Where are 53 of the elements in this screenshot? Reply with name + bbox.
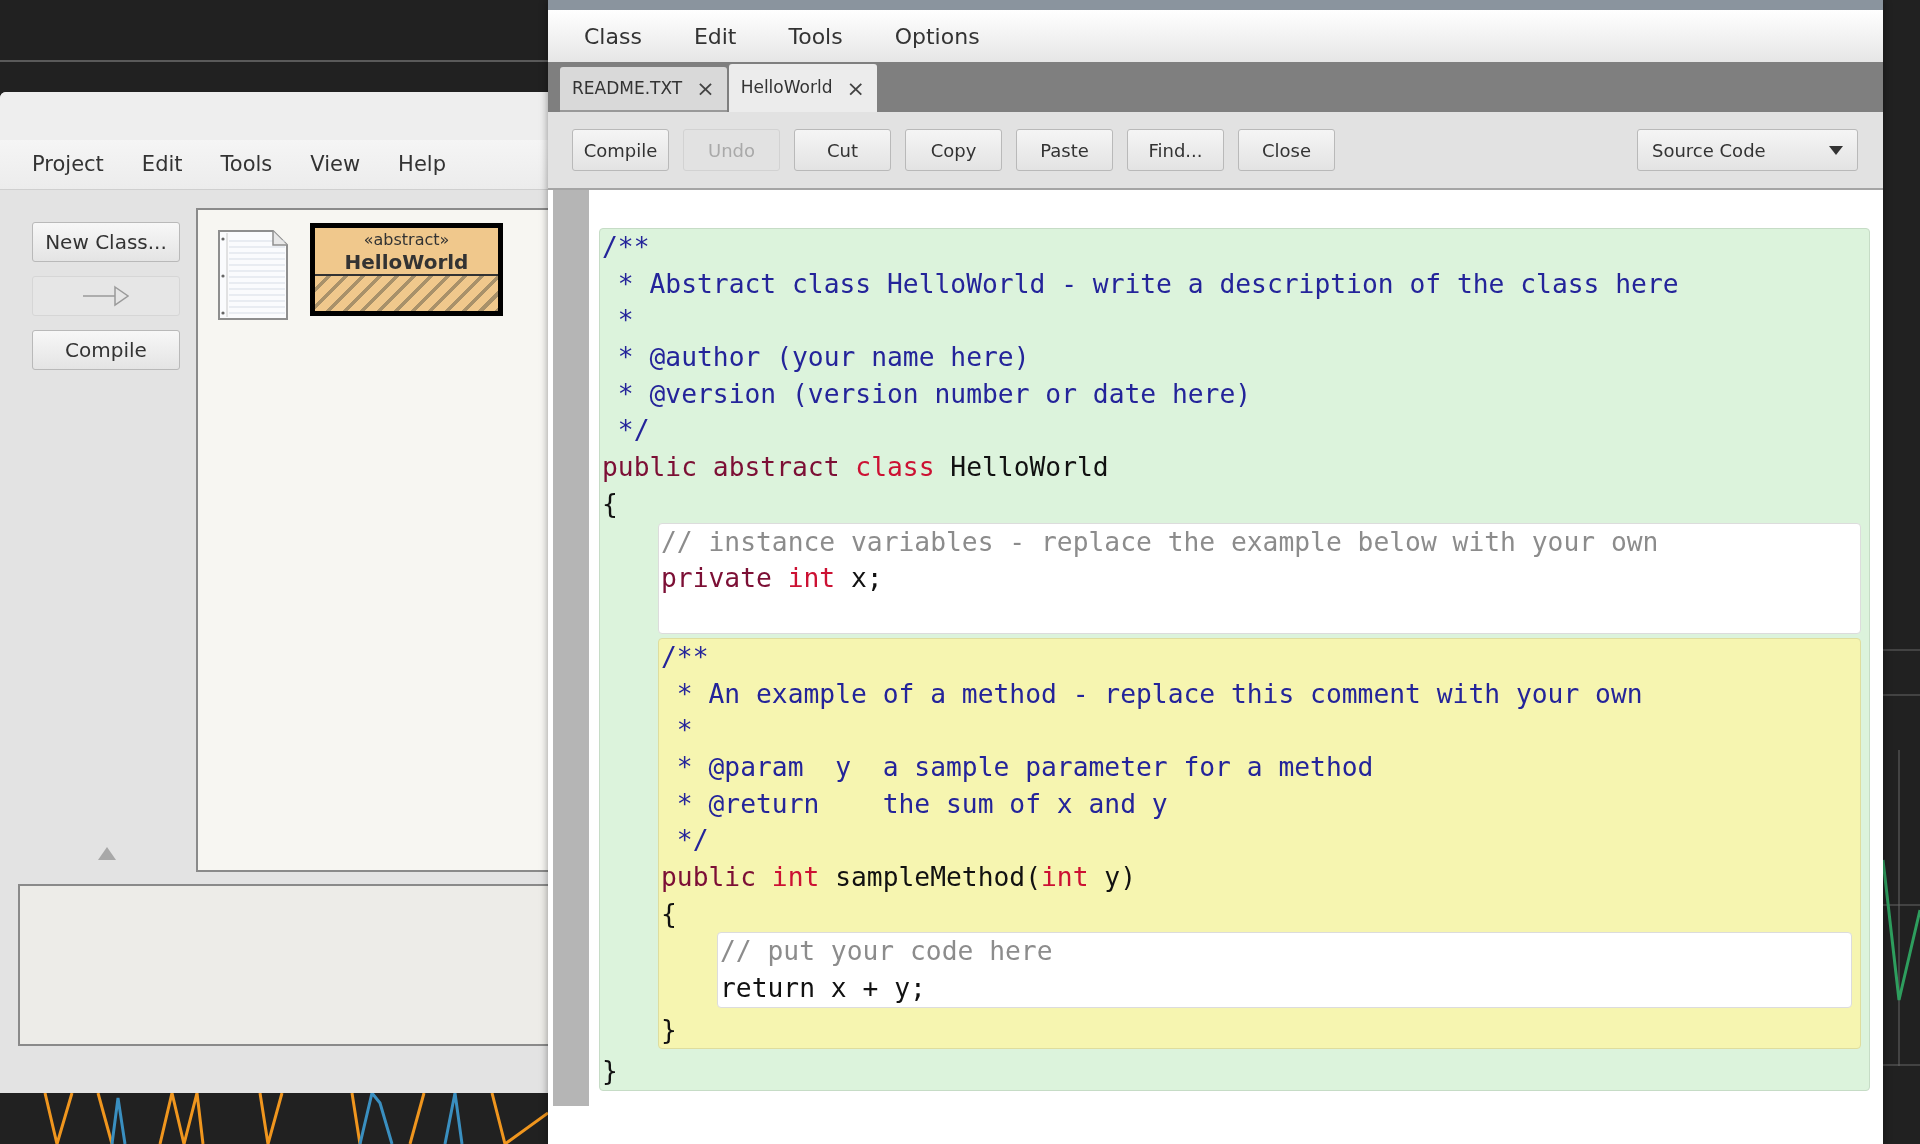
code-line: * @author (your name here) xyxy=(616,341,1031,375)
tool-button[interactable]: New Class... xyxy=(32,222,180,262)
code-line: * Abstract class HelloWorld - write a description of the class here xyxy=(616,267,1680,301)
code-line: // put your code here xyxy=(720,935,1054,969)
tab-label: HelloWorld xyxy=(740,76,833,100)
code-line: // instance variables - replace the example below with your own xyxy=(661,525,1660,559)
view-dropdown[interactable]: Source Code xyxy=(1637,129,1858,171)
toolbar-button[interactable]: Cut xyxy=(794,129,891,171)
code-line: return x + y; xyxy=(720,972,927,1006)
code-line: public abstract class HelloWorld xyxy=(602,451,1110,485)
class-name: HelloWorld xyxy=(343,250,470,274)
code-line: { xyxy=(661,897,678,931)
code-line: * @param y a sample parameter for a method xyxy=(675,750,1375,784)
tool-button[interactable]: Compile xyxy=(32,330,180,370)
code-line: /** xyxy=(602,231,651,264)
code-line: * xyxy=(616,304,635,338)
editor-tab[interactable]: HelloWorld × xyxy=(728,64,877,112)
tab-label: README.TXT xyxy=(572,76,683,100)
editor-tab[interactable]: README.TXT × xyxy=(560,67,727,112)
text-file-icon[interactable] xyxy=(217,229,291,323)
menu-item[interactable]: Project xyxy=(20,148,116,181)
arrow-icon xyxy=(83,285,129,307)
code-line: { xyxy=(602,487,619,521)
code-line: private int x; xyxy=(661,562,884,596)
menu-item[interactable]: View xyxy=(298,148,373,181)
class-stereotype: «abstract» xyxy=(362,229,451,250)
toolbar-button[interactable]: Close xyxy=(1238,129,1335,171)
close-tab-button[interactable]: × xyxy=(846,71,865,105)
menu-item[interactable]: Class xyxy=(572,19,654,53)
collapse-triangle-icon[interactable] xyxy=(98,847,116,860)
toolbar-button[interactable]: Copy xyxy=(905,129,1002,171)
menu-item[interactable]: Help xyxy=(386,148,458,181)
menu-item[interactable]: Tools xyxy=(208,148,285,181)
code-line: * @version (version number or date here) xyxy=(616,377,1253,411)
code-line: public int sampleMethod(int y) xyxy=(661,861,1137,894)
dropdown-caret-icon xyxy=(1829,145,1843,155)
code-line: * xyxy=(675,714,694,748)
code-line: * An example of a method - replace this comment with your own xyxy=(675,677,1644,711)
menu-item[interactable]: Tools xyxy=(776,19,855,53)
code-line: */ xyxy=(675,824,710,858)
toolbar-button[interactable]: Paste xyxy=(1016,129,1113,171)
class-box[interactable]: «abstract» HelloWorld xyxy=(310,223,503,316)
toolbar-button[interactable]: Find... xyxy=(1127,129,1224,171)
menu-item[interactable]: Edit xyxy=(681,19,749,53)
code-line: * @return the sum of x and y xyxy=(675,787,1169,821)
code-line: */ xyxy=(616,414,651,448)
toolbar-button[interactable]: Compile xyxy=(572,129,669,171)
code-line: } xyxy=(602,1055,619,1089)
menu-item[interactable]: Options xyxy=(882,19,992,53)
code-line: /** xyxy=(661,640,710,674)
close-tab-button[interactable]: × xyxy=(696,72,715,105)
menu-item[interactable]: Edit xyxy=(129,148,195,181)
code-line: } xyxy=(661,1013,678,1047)
